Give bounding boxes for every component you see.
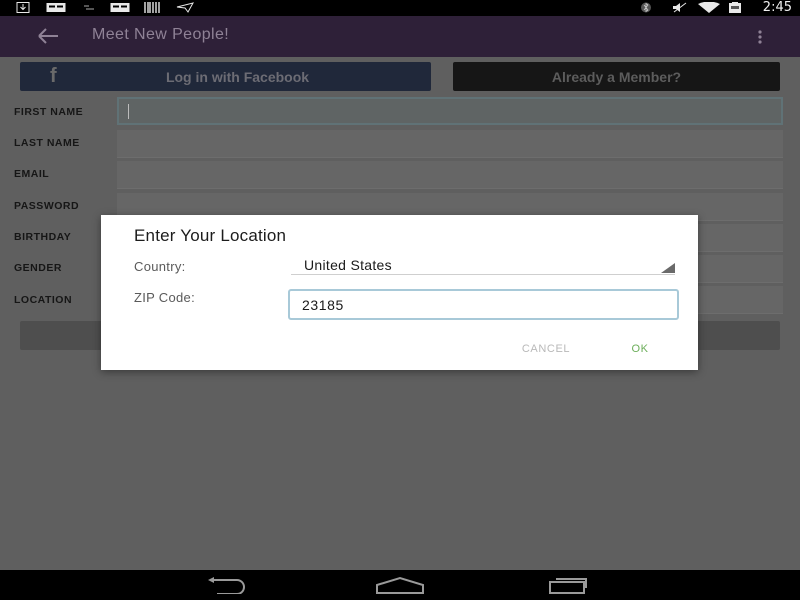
last-name-field[interactable] <box>117 130 783 158</box>
back-nav-icon[interactable] <box>205 576 251 594</box>
app-bar: Meet New People! <box>0 16 800 57</box>
navigation-bar <box>0 570 800 600</box>
already-member-button[interactable]: Already a Member? <box>453 62 780 91</box>
card-icon-2 <box>110 3 130 12</box>
country-label: Country: <box>134 259 186 274</box>
location-dialog: Enter Your Location Country: United Stat… <box>101 215 698 370</box>
arrow-left-icon[interactable] <box>36 26 60 46</box>
country-value: United States <box>304 257 392 273</box>
country-select[interactable]: United States <box>291 253 675 275</box>
zip-code-input[interactable]: 23185 <box>288 289 679 320</box>
ok-button[interactable]: OK <box>611 343 669 355</box>
dropdown-triangle-icon <box>661 263 675 273</box>
more-vert-icon[interactable] <box>754 27 766 47</box>
cancel-button[interactable]: CANCEL <box>501 343 591 355</box>
zip-code-value: 23185 <box>302 297 344 313</box>
app-title: Meet New People! <box>92 26 230 43</box>
gender-label: GENDER <box>14 262 62 274</box>
facebook-login-label: Log in with Facebook <box>165 69 310 85</box>
download-icon <box>16 2 30 13</box>
barcode-icon <box>144 2 160 13</box>
email-label: EMAIL <box>14 168 50 180</box>
first-name-field[interactable] <box>117 97 783 125</box>
zip-label: ZIP Code: <box>134 290 195 305</box>
first-name-label: FIRST NAME <box>14 106 84 118</box>
facebook-login-button[interactable]: f Log in with Facebook <box>20 62 431 91</box>
status-time: 2:45 <box>762 0 792 15</box>
location-label: LOCATION <box>14 294 73 306</box>
status-bar: 2:45 <box>0 0 800 16</box>
birthday-label: BIRTHDAY <box>14 231 72 243</box>
screen: 2:45 Meet New People! f Log in with Face… <box>0 0 800 600</box>
home-nav-icon[interactable] <box>375 576 425 594</box>
already-member-label: Already a Member? <box>551 69 682 85</box>
email-field[interactable] <box>117 161 783 189</box>
password-label: PASSWORD <box>14 200 80 212</box>
mute-icon <box>673 2 687 13</box>
battery-icon <box>729 2 741 13</box>
send-icon <box>176 2 194 13</box>
last-name-label: LAST NAME <box>14 137 80 149</box>
card-icon <box>46 3 66 12</box>
bluetooth-icon <box>641 2 651 13</box>
dialog-title: Enter Your Location <box>134 226 287 245</box>
wifi-icon <box>698 2 720 13</box>
dots-icon <box>84 5 94 10</box>
text-cursor <box>128 104 129 119</box>
recents-nav-icon[interactable] <box>548 576 594 594</box>
